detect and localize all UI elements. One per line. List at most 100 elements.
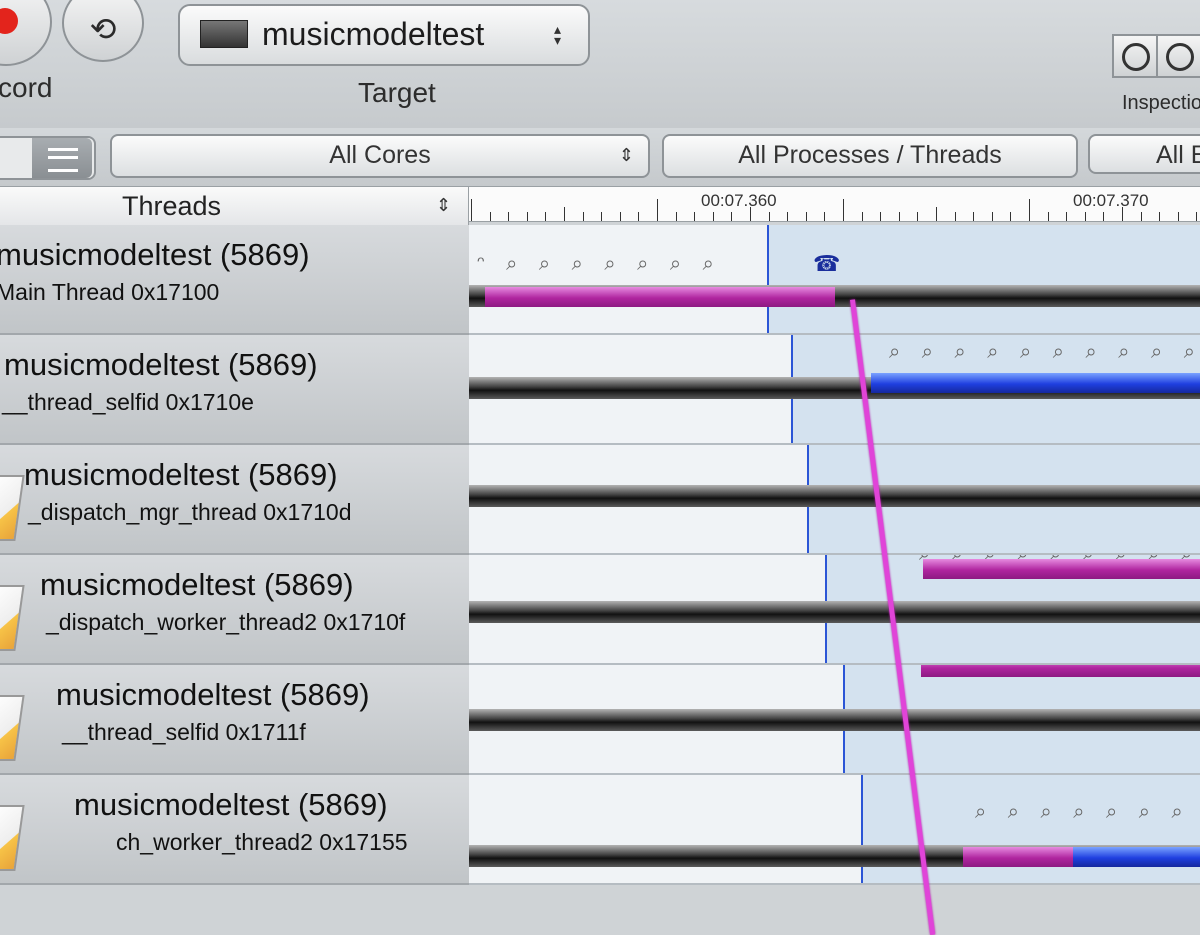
ruler-tick — [526, 212, 528, 221]
running-segment[interactable] — [921, 665, 1200, 677]
ruler-tick — [973, 212, 975, 221]
time-ruler[interactable]: 00:07.360 00:07.370 — [469, 187, 1200, 222]
ruler-tick — [1047, 212, 1049, 221]
ruler-tick — [936, 207, 937, 221]
thread-track[interactable] — [469, 665, 1200, 775]
event-markers: ⌕ ⌕ ⌕ ⌕ ⌕ ⌕ ⌕ ⌕ ⌕ ⌕ — [889, 341, 1200, 363]
thread-name: _dispatch_worker_thread2 0x1710f — [46, 609, 406, 635]
ruler-tick — [991, 212, 993, 221]
thread-track[interactable]: ⌕ ⌕ ⌕ ⌕ ⌕ ⌕ ⌕ ⌕ ⌕ ⌕ — [469, 335, 1200, 445]
running-segment[interactable] — [923, 559, 1200, 579]
ruler-tick — [1029, 199, 1030, 221]
cores-select[interactable]: All Cores ⇕ — [110, 134, 650, 178]
running-segment[interactable] — [1073, 847, 1200, 867]
cores-select-value: All Cores — [329, 141, 431, 169]
ruler-tick — [1140, 212, 1142, 221]
threads-header-title: Threads — [122, 191, 222, 221]
event-markers: ᵔ ⌕ ⌕ ⌕ ⌕ ⌕ ⌕ ⌕ — [477, 253, 722, 275]
ruler-tick — [712, 212, 714, 221]
ruler-label: 00:07.360 — [701, 191, 777, 210]
ruler-tick — [638, 212, 640, 221]
selection-region — [767, 225, 1200, 333]
thread-name: Main Thread 0x17100 — [0, 279, 220, 305]
process-name: musicmodeltest (5869) — [56, 677, 370, 712]
app-icon — [0, 695, 25, 761]
process-name: musicmodeltest (5869) — [40, 567, 354, 602]
running-segment[interactable] — [871, 373, 1200, 393]
process-name: musicmodeltest (5869) — [4, 347, 318, 382]
target-stepper-icon: ▴▾ — [554, 21, 562, 48]
toolbar: ⟲ cord musicmodeltest ▴▾ Target Inspecti… — [0, 0, 1200, 129]
thread-name: __thread_selfid 0x1711f — [62, 719, 306, 745]
ruler-tick — [954, 212, 956, 221]
ruler-tick — [880, 212, 882, 221]
ruler-tick — [564, 207, 565, 221]
threads-column-header[interactable]: Threads ⇕ — [0, 187, 469, 226]
ruler-tick — [898, 212, 900, 221]
thread-state-bar — [469, 709, 1200, 731]
ruler-tick — [768, 212, 770, 221]
target-device-icon — [200, 20, 248, 48]
running-segment[interactable] — [485, 287, 835, 307]
thread-row-label[interactable]: musicmodeltest (5869) Main Thread 0x1710… — [0, 225, 471, 335]
ruler-tick — [917, 212, 919, 221]
ruler-tick — [1103, 212, 1105, 221]
ruler-tick — [824, 212, 826, 221]
process-name: musicmodeltest (5869) — [74, 787, 388, 822]
ruler-tick — [582, 212, 584, 221]
target-select[interactable]: musicmodeltest ▴▾ — [178, 4, 590, 66]
thread-row-label[interactable]: musicmodeltest (5869) _dispatch_mgr_thre… — [0, 445, 503, 555]
ruler-tick — [843, 199, 844, 221]
ruler-tick — [657, 199, 658, 221]
clock-icon — [1122, 43, 1150, 71]
events-select-value: All Ev — [1156, 141, 1200, 169]
processes-select-value: All Processes / Threads — [738, 141, 1002, 169]
list-view-segment[interactable] — [32, 138, 92, 178]
ruler-tick — [1066, 212, 1068, 221]
loop-button[interactable]: ⟲ — [62, 0, 144, 62]
view-mode-toggle[interactable] — [0, 136, 96, 180]
events-select[interactable]: All Ev — [1088, 134, 1200, 174]
process-name: musicmodeltest (5869) — [0, 237, 310, 272]
thread-row-label[interactable]: musicmodeltest (5869) __thread_selfid 0x… — [0, 335, 487, 445]
ruler-tick — [861, 212, 863, 221]
event-markers: ⌕ ⌕ ⌕ ⌕ ⌕ ⌕ ⌕ — [975, 801, 1191, 823]
thread-row-label[interactable]: musicmodeltest (5869) __thread_selfid 0x… — [0, 665, 539, 775]
ruler-tick — [731, 212, 733, 221]
processes-threads-select[interactable]: All Processes / Threads — [662, 134, 1078, 178]
process-name: musicmodeltest (5869) — [24, 457, 338, 492]
clock-icon — [1166, 43, 1194, 71]
ruler-tick — [1196, 212, 1198, 221]
ruler-tick — [675, 212, 677, 221]
thread-track[interactable] — [469, 445, 1200, 555]
thread-name: __thread_selfid 0x1710e — [2, 389, 254, 415]
record-button[interactable] — [0, 0, 52, 66]
ruler-tick — [1159, 212, 1161, 221]
ruler-tick — [1010, 212, 1012, 221]
thread-track[interactable]: ⌕ ⌕ ⌕ ⌕ ⌕ ⌕ ⌕ ⌕ ⌕ — [469, 555, 1200, 665]
ruler-tick — [619, 212, 621, 221]
selection-boundary[interactable] — [767, 225, 769, 333]
target-value: musicmodeltest — [262, 16, 485, 52]
ruler-tick — [805, 212, 807, 221]
record-icon — [0, 8, 18, 34]
ruler-label: 00:07.370 — [1073, 191, 1149, 210]
thread-row-label[interactable]: musicmodeltest (5869) _dispatch_worker_t… — [0, 555, 521, 665]
thread-track[interactable]: ⌕ ⌕ ⌕ ⌕ ⌕ ⌕ ⌕ — [469, 775, 1200, 885]
app-icon — [0, 475, 25, 541]
thread-track[interactable]: ᵔ ⌕ ⌕ ⌕ ⌕ ⌕ ⌕ ⌕ ☎ — [469, 225, 1200, 335]
app-icon — [0, 805, 25, 871]
inspection-range-button[interactable] — [1112, 34, 1158, 78]
app-icon — [0, 585, 25, 651]
list-icon — [48, 148, 78, 172]
phone-icon: ☎ — [813, 251, 841, 276]
running-segment[interactable] — [963, 847, 1073, 867]
target-label: Target — [358, 77, 436, 108]
inspection-clear-button[interactable] — [1156, 34, 1200, 78]
thread-name: _dispatch_mgr_thread 0x1710d — [28, 499, 352, 525]
thread-state-bar — [469, 601, 1200, 623]
ruler-tick — [787, 212, 789, 221]
thread-state-bar — [469, 485, 1200, 507]
record-label: cord — [0, 72, 53, 103]
loop-icon: ⟲ — [89, 11, 117, 47]
